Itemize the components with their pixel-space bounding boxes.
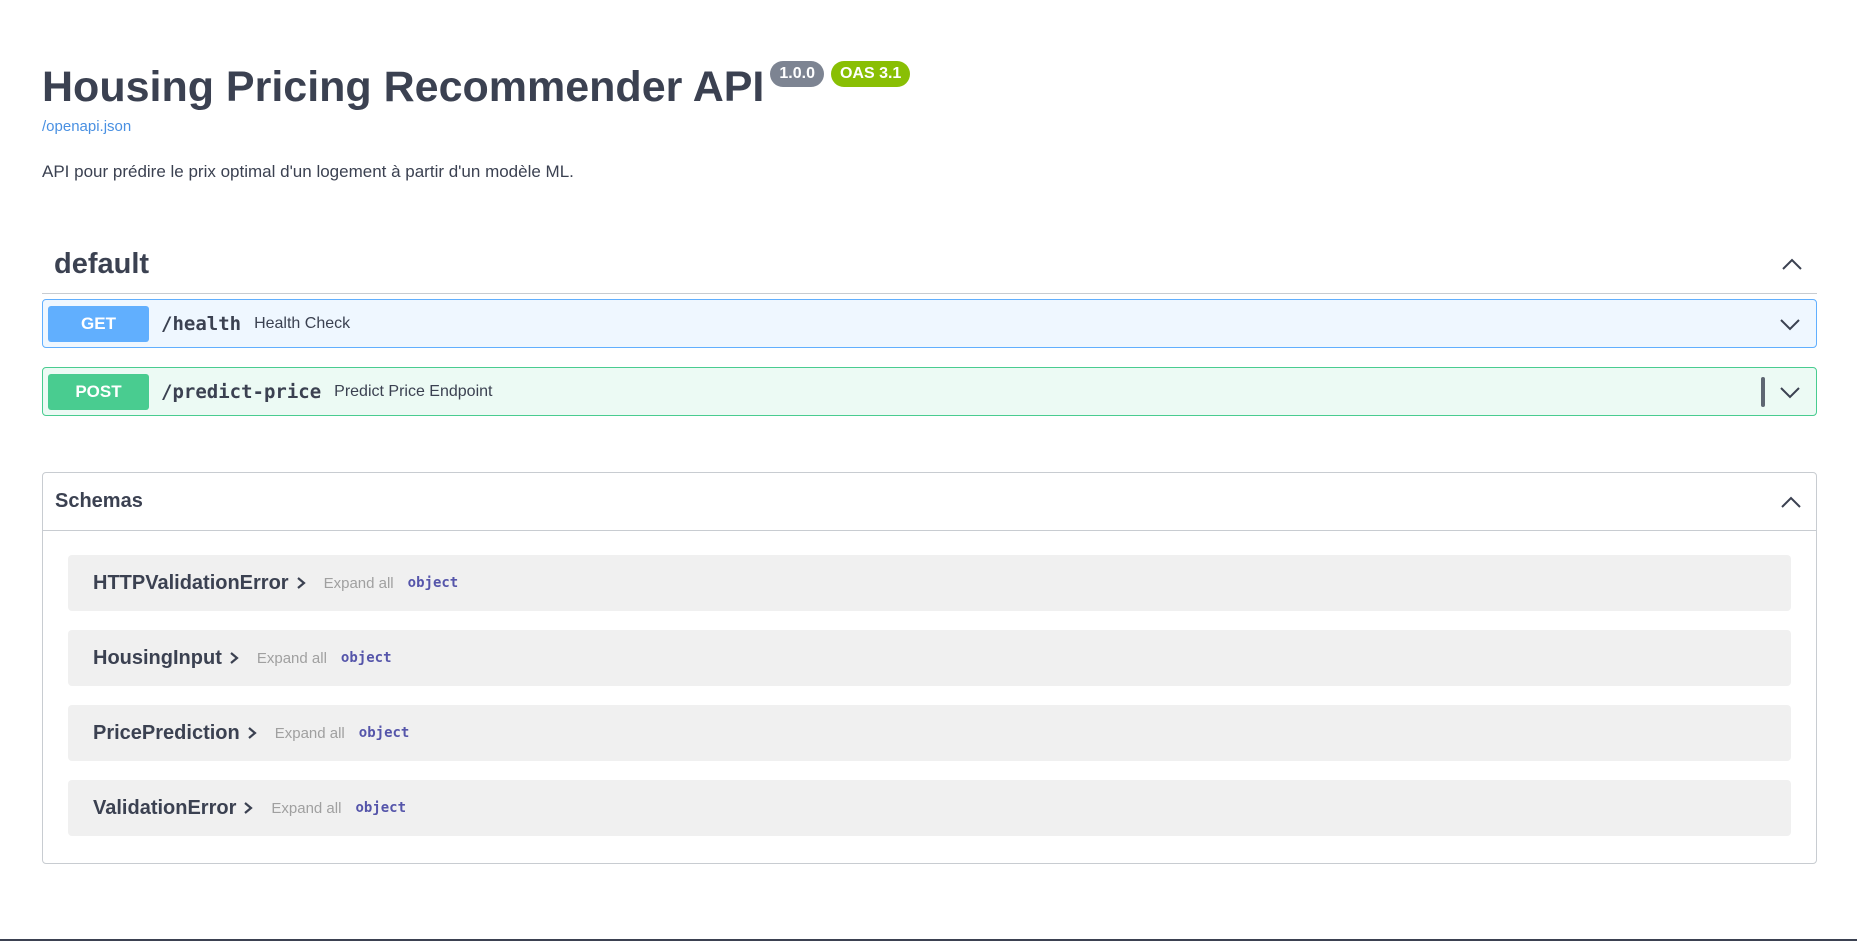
- schema-type: object: [355, 800, 407, 816]
- schemas-title: Schemas: [55, 490, 143, 512]
- openapi-json-link[interactable]: /openapi.json: [42, 118, 1817, 136]
- title-row: Housing Pricing Recommender API 1.0.0 OA…: [42, 60, 1817, 114]
- schema-item-housinginput[interactable]: HousingInput Expand all object: [68, 630, 1791, 686]
- tag-section-default: default GET /health Health Check POST /p…: [42, 234, 1817, 416]
- chevron-down-icon[interactable]: [1777, 379, 1803, 405]
- schema-item-validationerror[interactable]: ValidationError Expand all object: [68, 780, 1791, 836]
- method-badge-get: GET: [48, 305, 149, 342]
- method-badge-post: POST: [48, 373, 149, 410]
- expand-all-link[interactable]: Expand all: [324, 575, 394, 592]
- schema-type: object: [340, 650, 392, 666]
- api-description: API pour prédire le prix optimal d'un lo…: [42, 162, 574, 181]
- operation-path: /health: [161, 312, 242, 335]
- oas-badge: OAS 3.1: [830, 61, 911, 87]
- chevron-up-icon[interactable]: [1778, 489, 1804, 515]
- schemas-section: Schemas HTTPValidationError Expand all o…: [42, 472, 1817, 864]
- operation-post-predict-price[interactable]: POST /predict-price Predict Price Endpoi…: [42, 367, 1817, 416]
- chevron-down-icon[interactable]: [1777, 311, 1803, 337]
- schema-name: PricePrediction: [93, 721, 240, 744]
- version-badge: 1.0.0: [770, 61, 824, 87]
- chevron-right-icon[interactable]: [295, 575, 311, 591]
- api-title: Housing Pricing Recommender API: [42, 63, 765, 111]
- operation-path: /predict-price: [161, 380, 322, 403]
- chevron-right-icon[interactable]: [242, 800, 258, 816]
- chevron-up-icon[interactable]: [1779, 251, 1805, 277]
- operation-summary: Health Check: [254, 314, 351, 332]
- tag-name: default: [54, 247, 150, 280]
- operation-summary: Predict Price Endpoint: [334, 382, 493, 400]
- operation-get-health[interactable]: GET /health Health Check: [42, 299, 1817, 348]
- schema-type: object: [358, 725, 410, 741]
- api-info: Housing Pricing Recommender API 1.0.0 OA…: [42, 0, 1817, 182]
- schemas-header[interactable]: Schemas: [43, 473, 1816, 531]
- expand-all-link[interactable]: Expand all: [275, 725, 345, 742]
- expand-all-link[interactable]: Expand all: [257, 650, 327, 667]
- schema-name: HTTPValidationError: [93, 571, 289, 594]
- expand-all-link[interactable]: Expand all: [271, 800, 341, 817]
- swagger-ui: Housing Pricing Recommender API 1.0.0 OA…: [42, 0, 1817, 864]
- schema-item-priceprediction[interactable]: PricePrediction Expand all object: [68, 705, 1791, 761]
- tag-header-default[interactable]: default: [42, 234, 1817, 294]
- schema-name: ValidationError: [93, 796, 237, 819]
- schema-type: object: [407, 575, 459, 591]
- schema-name: HousingInput: [93, 646, 222, 669]
- text-cursor-icon: [1761, 376, 1765, 407]
- schema-item-httpvalidationerror[interactable]: HTTPValidationError Expand all object: [68, 555, 1791, 611]
- schema-list: HTTPValidationError Expand all object Ho…: [43, 531, 1816, 836]
- version-badges: 1.0.0 OAS 3.1: [770, 61, 917, 87]
- chevron-right-icon[interactable]: [228, 650, 244, 666]
- chevron-right-icon[interactable]: [246, 725, 262, 741]
